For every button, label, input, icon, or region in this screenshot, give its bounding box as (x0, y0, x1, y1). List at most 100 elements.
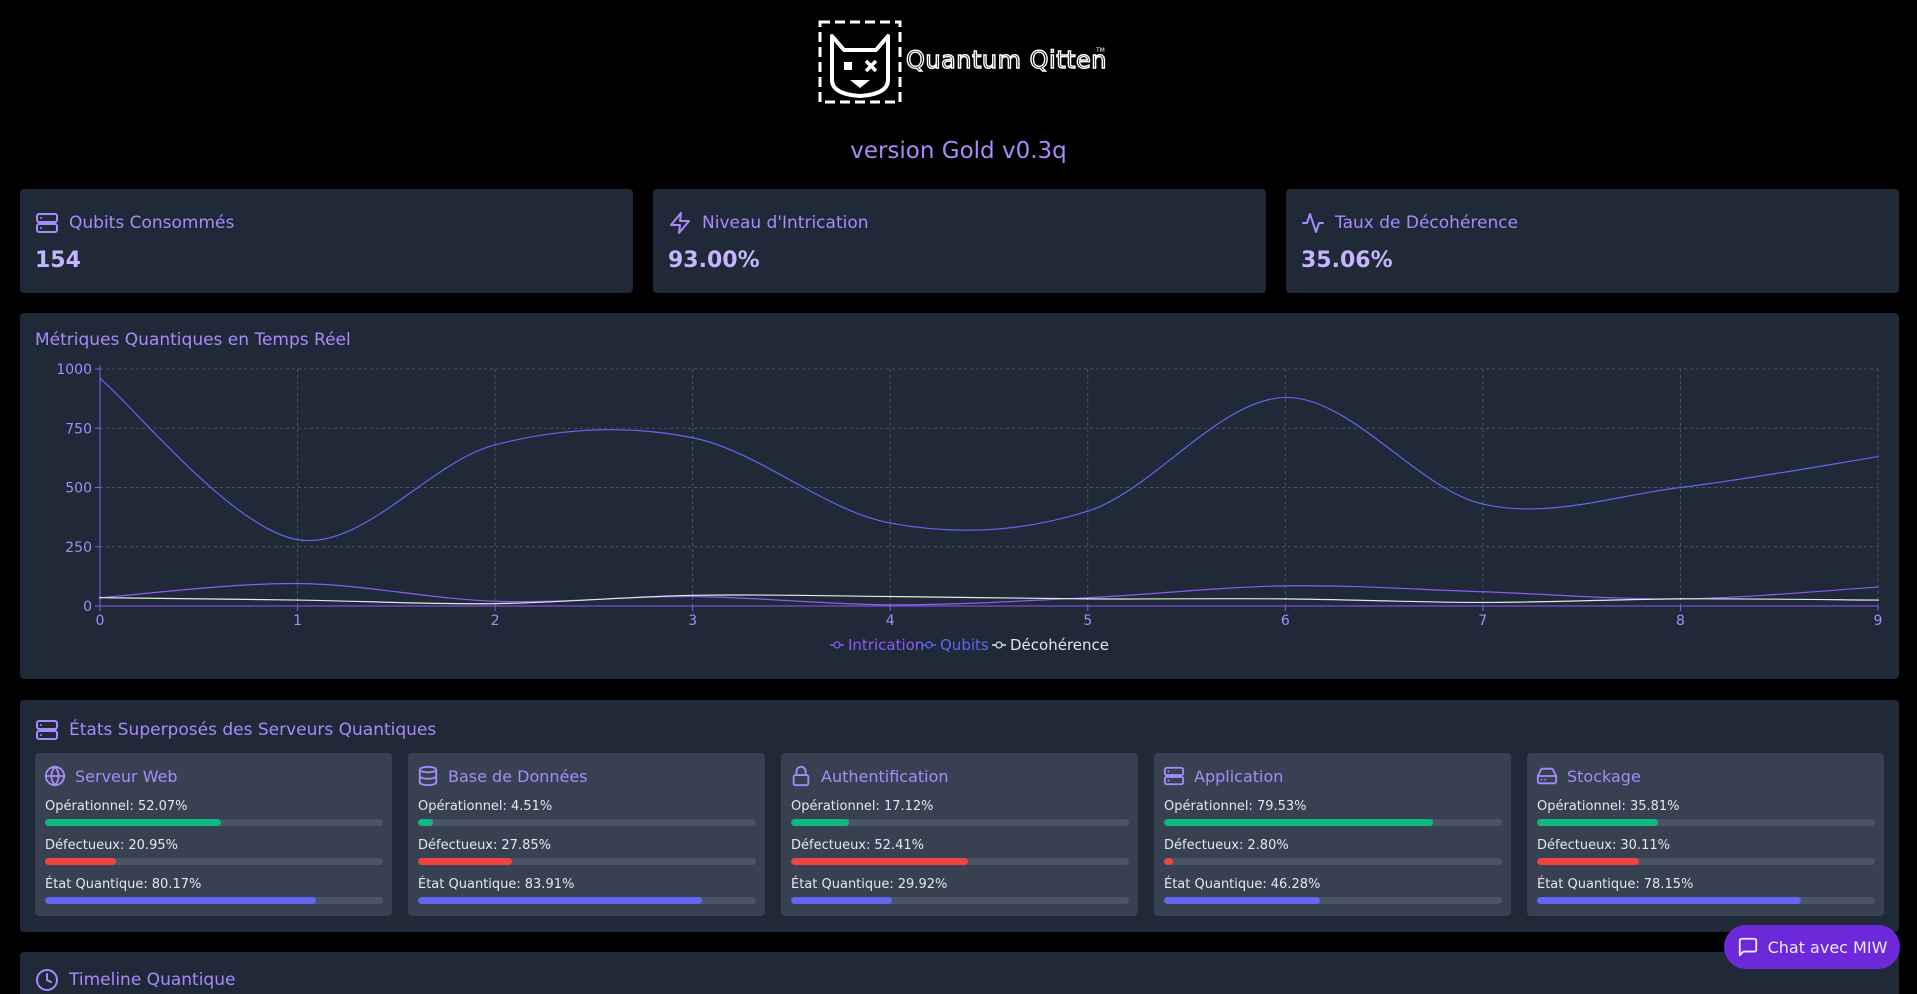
harddrive-icon (1536, 767, 1558, 785)
server-card-storage: Stockage Opérationnel: 35.81% Défectueux:… (1527, 753, 1884, 916)
server-card-application: Application Opérationnel: 79.53% Défectue… (1154, 753, 1511, 916)
globe-icon (44, 765, 66, 787)
metric-value: 78.15% (1643, 877, 1694, 892)
y-tick-label: 0 (83, 599, 92, 615)
data-point (1679, 598, 1682, 600)
x-tick-label: 4 (886, 613, 895, 629)
server-icon (36, 213, 58, 233)
clock-icon (36, 969, 58, 991)
metric-label: État Quantique: (45, 877, 148, 892)
defective-bar-fill (45, 858, 116, 865)
legend-marker-dot (833, 641, 841, 649)
data-point (889, 595, 892, 598)
metric-quantum-state: État Quantique: 46.28% (1164, 877, 1502, 904)
metric-label: Opérationnel: (418, 799, 507, 814)
metric-value: 30.11% (1620, 838, 1670, 853)
metric-label: Opérationnel: (45, 799, 134, 814)
defective-bar-fill (1537, 858, 1639, 865)
metric-value: 20.95% (128, 838, 178, 853)
metrics-line-chart: 0 1 2 3 4 5 6 7 8 9 0 250 500 750 1000 Intrication Qubit… (56, 362, 1883, 654)
operational-bar-fill (1537, 819, 1659, 826)
legend-label: Décohérence (1010, 636, 1109, 654)
x-tick-label: 7 (1478, 613, 1487, 629)
x-tick-label: 2 (491, 613, 500, 629)
metric-value: 79.53% (1256, 799, 1307, 814)
metric-value: 17.12% (883, 799, 934, 814)
timeline-title: Timeline Quantique (69, 970, 236, 990)
metric-operational: Opérationnel: 35.81% (1537, 799, 1875, 826)
timeline-card: Timeline Quantique (20, 952, 1899, 994)
x-tick-label: 9 (1874, 613, 1883, 629)
data-point (1482, 601, 1484, 604)
data-point (99, 377, 101, 380)
activity-icon (1302, 213, 1324, 233)
y-tick-label: 1000 (56, 362, 92, 378)
data-point (691, 594, 694, 597)
servers-card: États Superposés des Serveurs Quantiques… (20, 700, 1899, 932)
data-point (494, 602, 496, 605)
stat-card-intrication: Niveau d'Intrication 93.00% (653, 189, 1266, 293)
svg-text:Quantum Qitten: Quantum Qitten (906, 46, 1107, 74)
metric-operational: Opérationnel: 4.51% (418, 799, 756, 826)
metric-label: Défectueux: (45, 838, 125, 853)
y-tick-label: 250 (65, 540, 92, 556)
data-point (1284, 598, 1287, 600)
metric-label: Défectueux: (1537, 838, 1617, 853)
metric-quantum-state: État Quantique: 80.17% (45, 877, 383, 904)
metric-value: 35.81% (1629, 799, 1680, 814)
data-point (1284, 396, 1287, 399)
data-point (1482, 590, 1484, 593)
metric-defective: Défectueux: 30.11% (1537, 838, 1875, 865)
metric-value: 27.85% (501, 838, 551, 853)
x-tick-label: 0 (96, 613, 105, 629)
stat-label: Taux de Décohérence (1335, 213, 1519, 233)
legend-label: Intrication (848, 636, 924, 654)
data-point (1877, 599, 1879, 601)
header: Quantum Qitten TM version Gold v0.3q (0, 0, 1917, 180)
chat-button-label: Chat avec MIW (1767, 937, 1888, 957)
metric-quantum-state: État Quantique: 83.91% (418, 877, 756, 904)
metric-defective: Défectueux: 2.80% (1164, 838, 1502, 865)
data-point (99, 596, 101, 599)
metric-label: État Quantique: (791, 877, 894, 892)
y-tick-label: 500 (65, 481, 92, 497)
metrics-chart-card: Métriques Quantiques en Temps Réel 01234… (20, 313, 1899, 679)
chat-button[interactable]: Chat avec MIW (1724, 925, 1900, 969)
server-name: Serveur Web (75, 766, 178, 786)
metric-label: État Quantique: (1537, 877, 1640, 892)
legend-marker-dot (995, 641, 1003, 649)
metric-defective: Défectueux: 52.41% (791, 838, 1129, 865)
server-name: Base de Données (448, 766, 588, 786)
metric-quantum-state: État Quantique: 29.92% (791, 877, 1129, 904)
metric-value: 2.80% (1247, 838, 1289, 853)
quantum-bar-fill (1537, 897, 1802, 904)
data-point (1086, 510, 1089, 512)
metric-label: Défectueux: (418, 838, 498, 853)
y-tick-label: 750 (65, 421, 92, 437)
data-point (1679, 486, 1682, 489)
defective-bar-fill (418, 858, 513, 865)
quantum-bar-fill (45, 897, 316, 904)
x-tick-label: 6 (1281, 613, 1290, 629)
metric-value: 4.51% (510, 799, 553, 814)
legend-label: Qubits (940, 636, 989, 654)
database-icon (418, 765, 438, 787)
version-label: version Gold v0.3q (850, 138, 1067, 164)
data-point (494, 600, 496, 603)
quantum-bar-fill (791, 897, 893, 904)
legend-marker-dot (925, 641, 933, 649)
data-point (1284, 585, 1287, 587)
data-point (1877, 586, 1879, 588)
server-card-authentication: Authentification Opérationnel: 17.12% Déf… (781, 753, 1138, 916)
metric-label: État Quantique: (418, 877, 521, 892)
metric-value: 52.41% (874, 838, 924, 853)
operational-bar-fill (45, 819, 221, 826)
server-card-database: Base de Données Opérationnel: 4.51% Défec… (408, 753, 765, 916)
stat-card-qubits: Qubits Consommés 154 (20, 189, 633, 293)
metric-label: État Quantique: (1164, 877, 1267, 892)
server-name: Authentification (821, 766, 949, 786)
data-point (296, 538, 299, 541)
lightning-icon (670, 212, 690, 234)
defective-bar-fill (791, 858, 969, 865)
server-name: Stockage (1567, 766, 1641, 786)
